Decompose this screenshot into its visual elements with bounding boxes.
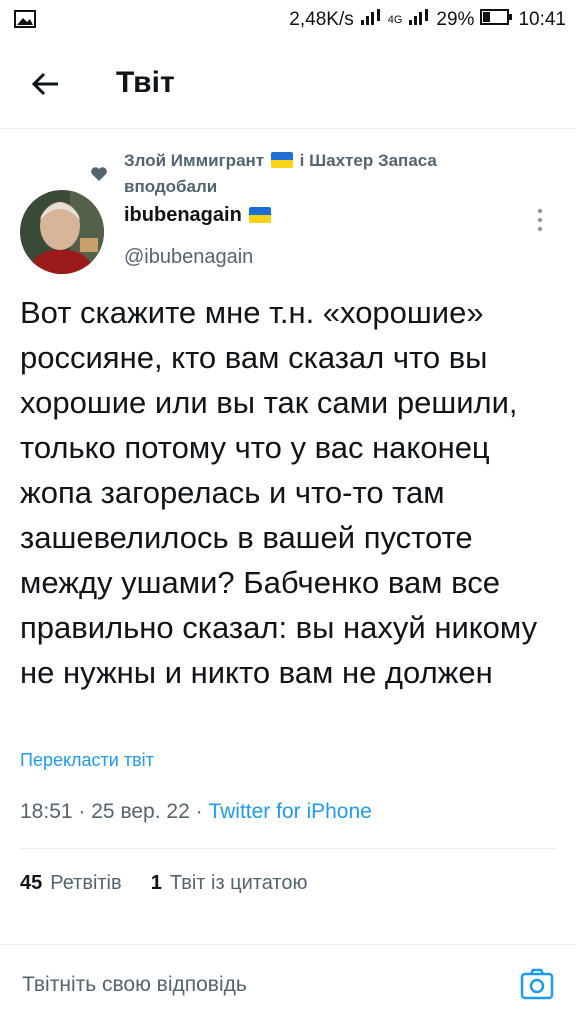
tweet-metadata: 18:51 · 25 вер. 22 · Twitter for iPhone: [20, 800, 372, 824]
arrow-left-icon: [31, 72, 58, 96]
heart-icon: [90, 166, 108, 187]
tweet-date: 25 вер. 22: [91, 800, 190, 823]
quotes-count: 1: [150, 872, 162, 894]
quotes-label: Твіт із цитатою: [169, 872, 308, 894]
status-indicators: 2,48K/s 4G 29% 10:41: [289, 8, 566, 32]
image-icon: [14, 10, 36, 33]
reply-composer[interactable]: Твітніть свою відповідь: [0, 944, 576, 1025]
retweets-label: Ретвітів: [50, 872, 122, 894]
tweet-source-link[interactable]: Twitter for iPhone: [208, 800, 371, 823]
top-app-bar: Твіт: [0, 40, 576, 129]
author-name-text[interactable]: ibubenagain: [124, 204, 242, 226]
liked-by-user-1[interactable]: Злой Иммигрант: [124, 151, 264, 170]
quotes-stat[interactable]: 1 Твіт із цитатою: [151, 872, 308, 894]
retweets-count: 45: [20, 872, 43, 894]
liked-by-conjunction: і: [299, 151, 305, 170]
translate-tweet-link[interactable]: Перекласти твіт: [20, 750, 154, 771]
back-button[interactable]: [28, 66, 64, 102]
network-speed: 2,48K/s: [289, 9, 354, 30]
network-type: 4G: [387, 14, 403, 26]
signal-icon-2: [408, 8, 430, 32]
tweet-text: Вот скажите мне т.н. «хорошие» россияне,…: [20, 295, 538, 690]
ukraine-flag-icon: [270, 152, 293, 168]
liked-by-context[interactable]: Злой Иммигрант і Шахтер Запаса вподобали: [124, 148, 524, 200]
divider: [20, 848, 556, 849]
reply-input[interactable]: Твітніть свою відповідь: [22, 973, 247, 997]
liked-by-user-2[interactable]: Шахтер Запаса: [309, 151, 437, 170]
more-options-icon[interactable]: [534, 206, 546, 234]
retweets-stat[interactable]: 45 Ретвітів: [20, 872, 122, 894]
liked-by-action: вподобали: [124, 177, 218, 196]
meta-separator: ·: [195, 800, 203, 823]
camera-icon[interactable]: [520, 967, 554, 1001]
avatar[interactable]: [20, 190, 104, 274]
clock: 10:41: [518, 9, 566, 30]
battery-percent: 29%: [436, 9, 475, 30]
tweet-stats: 45 Ретвітів 1 Твіт із цитатою: [20, 872, 308, 895]
ukraine-flag-icon: [249, 207, 272, 223]
author-name[interactable]: ibubenagain: [124, 204, 273, 227]
battery-icon: [480, 9, 513, 31]
meta-separator: ·: [78, 800, 86, 823]
status-bar: 2,48K/s 4G 29% 10:41: [0, 0, 576, 40]
signal-icon: [360, 8, 382, 32]
page-title: Твіт: [116, 66, 175, 99]
author-handle[interactable]: @ibubenagain: [124, 246, 253, 269]
tweet-time: 18:51: [20, 800, 73, 823]
